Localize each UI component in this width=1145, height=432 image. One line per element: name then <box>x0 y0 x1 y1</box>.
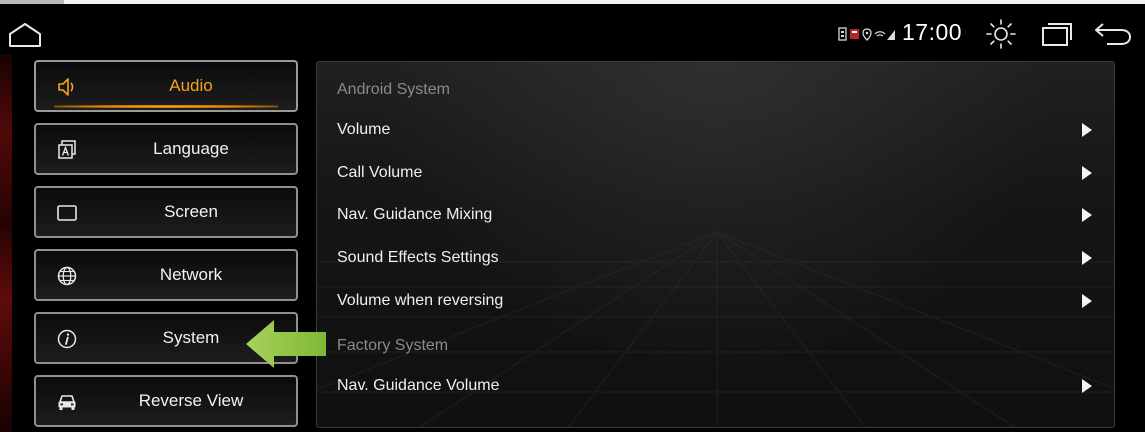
section-title-android-system: Android System <box>337 81 450 98</box>
chevron-right-icon <box>1082 251 1092 265</box>
language-icon <box>58 140 76 159</box>
sidebar-item-screen[interactable]: Screen <box>34 186 298 238</box>
sidebar-item-label: Language <box>153 139 229 158</box>
sidebar-item-network[interactable]: Network <box>34 249 298 301</box>
setting-row-nav-guidance-volume[interactable]: Nav. Guidance Volume <box>317 367 1114 407</box>
setting-row-label: Nav. Guidance Mixing <box>337 206 493 223</box>
screen-icon <box>57 205 77 221</box>
recent-apps-button[interactable] <box>1040 20 1074 48</box>
sidebar-item-label: Reverse View <box>138 391 244 410</box>
brightness-button[interactable] <box>985 18 1017 50</box>
setting-row-label: Nav. Guidance Volume <box>337 377 500 394</box>
globe-icon <box>57 266 77 286</box>
wifi-signal-icon <box>874 30 895 40</box>
chevron-right-icon <box>1082 379 1092 393</box>
chevron-right-icon <box>1082 208 1092 222</box>
sidebar-item-label: Network <box>159 265 223 284</box>
home-icon <box>9 23 41 47</box>
chevron-right-icon <box>1082 166 1092 180</box>
sd-card-icon <box>838 27 847 41</box>
setting-row-label: Sound Effects Settings <box>337 249 499 266</box>
sidebar-item-label: Screen <box>164 202 218 221</box>
setting-row-volume-when-reversing[interactable]: Volume when reversing <box>317 282 1114 322</box>
car-icon <box>58 395 76 410</box>
sidebar-item-audio[interactable]: Audio <box>34 60 298 112</box>
usb-icon <box>850 29 859 39</box>
setting-row-call-volume[interactable]: Call Volume <box>317 154 1114 194</box>
info-icon <box>57 329 77 349</box>
sidebar-item-reverse-view[interactable]: Reverse View <box>34 375 298 427</box>
home-button[interactable] <box>8 22 42 48</box>
back-button[interactable] <box>1093 20 1133 48</box>
gps-icon <box>862 28 872 41</box>
clock: 17:00 <box>902 19 963 45</box>
setting-row-sound-effects[interactable]: Sound Effects Settings <box>317 239 1114 279</box>
setting-row-label: Call Volume <box>337 164 423 181</box>
section-title-factory-system: Factory System <box>337 337 449 354</box>
status-icons <box>838 26 896 42</box>
setting-row-label: Volume when reversing <box>337 292 504 309</box>
chevron-right-icon <box>1082 294 1092 308</box>
setting-row-nav-guidance-mixing[interactable]: Nav. Guidance Mixing <box>317 196 1114 236</box>
setting-row-volume[interactable]: Volume <box>317 111 1114 151</box>
setting-row-label: Volume <box>337 121 391 138</box>
audio-settings-panel: Android System Volume Call Volume Nav. G… <box>316 61 1115 428</box>
left-edge-glow <box>0 54 12 432</box>
speaker-icon <box>58 78 74 96</box>
annotation-arrow-icon <box>246 320 326 368</box>
status-bar: 17:00 <box>0 4 1145 54</box>
sidebar-item-label: Audio <box>169 76 213 95</box>
recent-apps-icon <box>1042 23 1072 46</box>
back-icon <box>1095 23 1132 45</box>
brightness-icon <box>986 19 1016 49</box>
chevron-right-icon <box>1082 123 1092 137</box>
sidebar-item-language[interactable]: Language <box>34 123 298 175</box>
